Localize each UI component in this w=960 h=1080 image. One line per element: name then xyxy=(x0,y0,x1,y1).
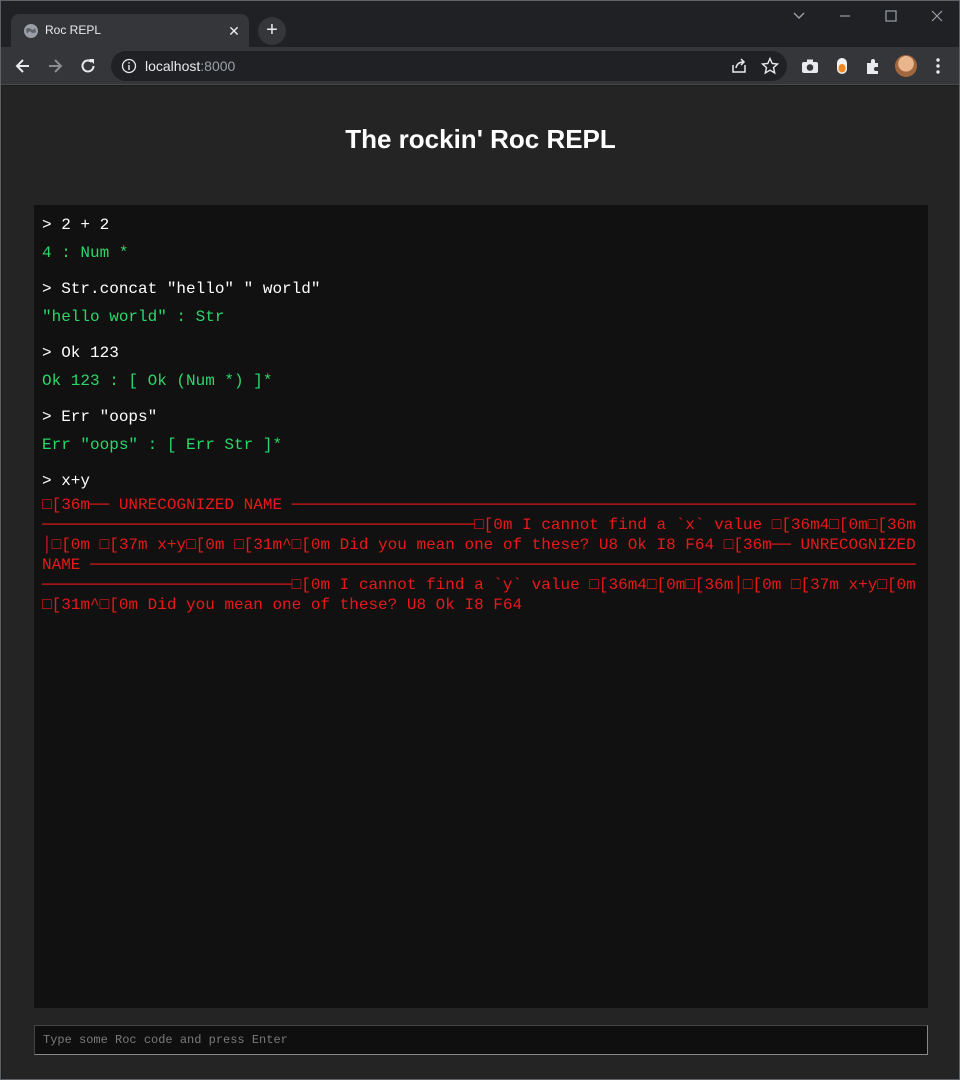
extension-orange-icon[interactable] xyxy=(832,56,852,76)
tab-strip: Roc REPL ✕ + xyxy=(1,1,959,47)
history-error-output: □[36m── UNRECOGNIZED NAME ──────────────… xyxy=(42,496,926,614)
reload-icon[interactable] xyxy=(78,56,98,76)
new-tab-button[interactable]: + xyxy=(258,17,286,45)
back-arrow-icon[interactable] xyxy=(13,56,33,76)
address-bar[interactable]: localhost:8000 xyxy=(111,51,787,81)
more-menu-icon[interactable] xyxy=(928,56,948,76)
history-input: > Err "oops" xyxy=(42,408,158,426)
page-title: The rockin' Roc REPL xyxy=(345,124,616,154)
history-entry: > 2 + 2 4 : Num * xyxy=(42,211,920,267)
avatar[interactable] xyxy=(895,55,917,77)
star-icon[interactable] xyxy=(760,56,780,76)
camera-icon[interactable] xyxy=(800,56,820,76)
url-text: localhost:8000 xyxy=(145,58,235,74)
url-port: :8000 xyxy=(200,58,236,74)
browser-toolbar: localhost:8000 xyxy=(1,47,959,85)
browser-window: Roc REPL ✕ + localhost:8000 The rockin' … xyxy=(0,0,960,1080)
history-input: > 2 + 2 xyxy=(42,216,110,234)
repl-history[interactable]: > 2 + 2 4 : Num * > Str.concat "hello" " w… xyxy=(34,205,928,1008)
share-icon[interactable] xyxy=(729,56,749,76)
minimize-icon[interactable] xyxy=(835,7,855,25)
forward-arrow-icon[interactable] xyxy=(45,56,65,76)
repl-page: The rockin' Roc REPL > 2 + 2 4 : Num * > S… xyxy=(2,86,959,1079)
tab-roc-repl[interactable]: Roc REPL ✕ xyxy=(11,14,249,47)
tab-title: Roc REPL xyxy=(45,23,102,37)
history-input: > Str.concat "hello" " world" xyxy=(42,280,321,298)
maximize-icon[interactable] xyxy=(881,7,901,25)
history-entry: > x+y □[36m── UNRECOGNIZED NAME ─────────… xyxy=(42,467,920,615)
window-close-icon[interactable] xyxy=(927,7,947,25)
close-icon[interactable]: ✕ xyxy=(225,22,243,40)
history-output: Ok 123 : [ Ok (Num *) ]* xyxy=(42,372,273,390)
chevron-down-icon[interactable] xyxy=(789,7,809,25)
history-entry: > Err "oops" Err "oops" : [ Err Str ]* xyxy=(42,403,920,459)
history-input: > x+y xyxy=(42,472,91,490)
history-output: "hello world" : Str xyxy=(42,308,225,326)
repl-input[interactable] xyxy=(35,1026,927,1054)
puzzle-icon[interactable] xyxy=(863,56,883,76)
url-host: localhost xyxy=(145,58,201,74)
repl-input-wrapper xyxy=(34,1025,928,1055)
history-input: > Ok 123 xyxy=(42,344,119,362)
history-entry: > Ok 123 Ok 123 : [ Ok (Num *) ]* xyxy=(42,339,920,395)
history-output: 4 : Num * xyxy=(42,244,129,262)
info-icon[interactable] xyxy=(121,58,137,74)
history-output: Err "oops" : [ Err Str ]* xyxy=(42,436,283,454)
globe-icon xyxy=(24,24,38,38)
history-entry: > Str.concat "hello" " world" "hello worl… xyxy=(42,275,920,331)
